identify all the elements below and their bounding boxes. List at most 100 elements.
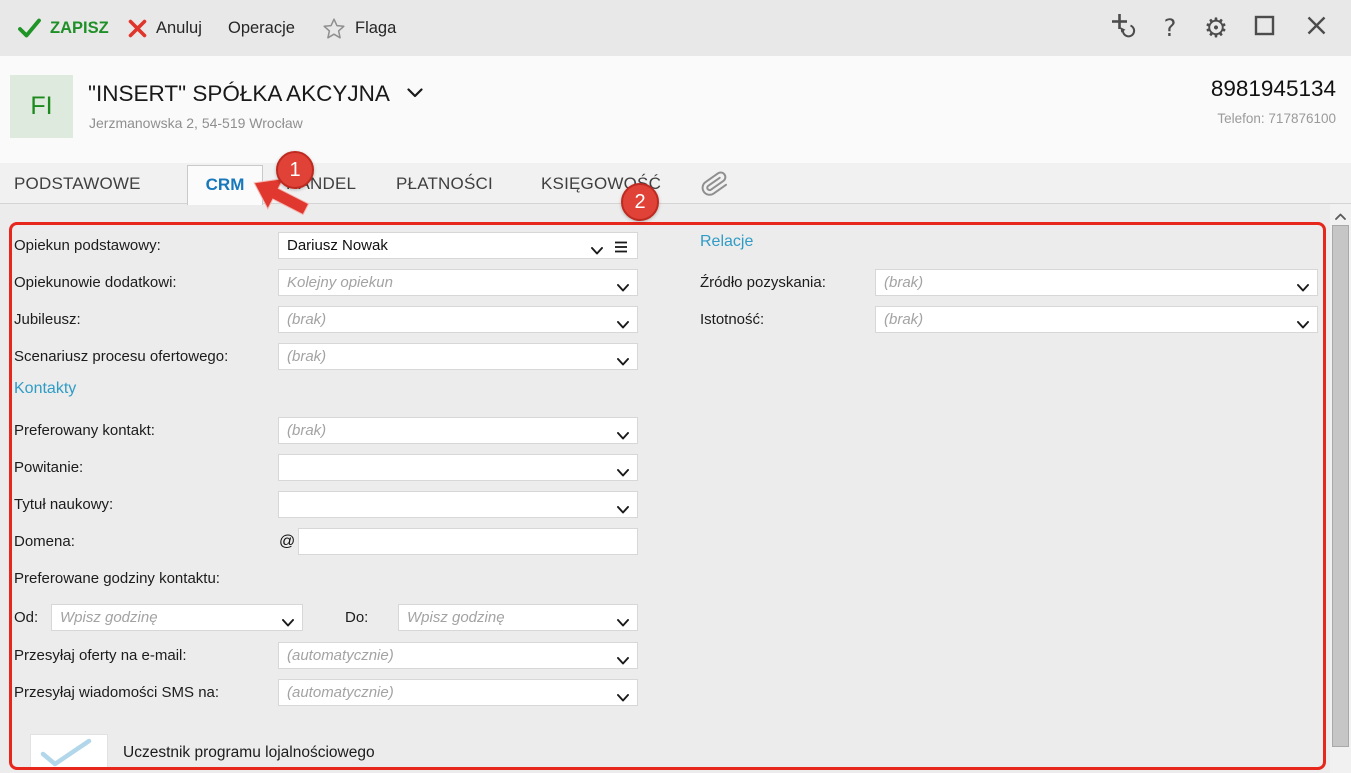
x-icon <box>128 19 147 38</box>
acquisition-source-label: Źródło pozyskania: <box>700 269 826 296</box>
toolbar: ZAPISZ Anuluj Operacje Flaga <box>0 0 1351 56</box>
operations-label: Operacje <box>228 19 295 38</box>
combo-greeting[interactable] <box>278 454 638 481</box>
maximize-button[interactable] <box>1246 0 1282 56</box>
close-icon <box>1306 15 1327 41</box>
combo-placeholder: (brak) <box>884 307 923 332</box>
star-icon <box>322 17 346 40</box>
maximize-icon <box>1254 15 1275 41</box>
combo-placeholder: Wpisz godzinę <box>60 605 158 630</box>
avatar: FI <box>10 75 73 138</box>
chevron-down-icon <box>407 85 423 103</box>
cancel-button[interactable]: Anuluj <box>128 0 202 56</box>
operations-button[interactable]: Operacje <box>228 0 295 56</box>
send-sms-label: Przesyłaj wiadomości SMS na: <box>14 679 219 706</box>
chevron-up-icon <box>1335 207 1346 225</box>
combo-send-sms[interactable]: (automatycznie) <box>278 679 638 706</box>
question-icon: ? <box>1164 14 1177 42</box>
chevron-down-icon[interactable] <box>617 316 629 334</box>
chevron-down-icon[interactable] <box>617 614 629 632</box>
entity-header: FI "INSERT" SPÓŁKA AKCYJNA Jerzmanowska … <box>0 56 1351 163</box>
combo-placeholder: (automatycznie) <box>287 643 394 668</box>
company-name: "INSERT" SPÓŁKA AKCYJNA <box>88 81 390 107</box>
menu-icon[interactable] <box>614 240 628 258</box>
tab-bar: PODSTAWOWE CRM HANDEL PŁATNOŚCI KSIĘGOWO… <box>0 163 1351 204</box>
tax-id: 8981945134 <box>1211 76 1336 102</box>
combo-placeholder: (brak) <box>287 307 326 332</box>
check-icon <box>39 738 97 773</box>
combo-importance[interactable]: (brak) <box>875 306 1318 333</box>
combo-placeholder: Kolejny opiekun <box>287 270 393 295</box>
add-session-button[interactable] <box>1104 0 1140 56</box>
gear-icon: ⚙ <box>1204 13 1228 44</box>
combo-placeholder: (brak) <box>884 270 923 295</box>
combo-jubilee[interactable]: (brak) <box>278 306 638 333</box>
close-button[interactable] <box>1298 0 1334 56</box>
combo-hours-to[interactable]: Wpisz godzinę <box>398 604 638 631</box>
combo-placeholder: (brak) <box>287 344 326 369</box>
chevron-down-icon[interactable] <box>617 501 629 519</box>
combo-acquisition-source[interactable]: (brak) <box>875 269 1318 296</box>
chevron-down-icon[interactable] <box>617 464 629 482</box>
domain-input[interactable] <box>298 528 638 555</box>
chevron-down-icon[interactable] <box>1297 279 1309 297</box>
domain-label: Domena: <box>14 528 75 555</box>
chevron-down-icon[interactable] <box>617 689 629 707</box>
vertical-scrollbar <box>1330 204 1351 773</box>
settings-button[interactable]: ⚙ <box>1198 0 1234 56</box>
paperclip-icon <box>701 185 729 202</box>
save-label: ZAPISZ <box>50 19 109 38</box>
chevron-down-icon[interactable] <box>617 427 629 445</box>
gestor-window: ZAPISZ Anuluj Operacje Flaga <box>0 0 1351 773</box>
flag-button[interactable]: Flaga <box>322 0 396 56</box>
loyalty-label: Uczestnik programu lojalnościowego <box>123 738 375 768</box>
chevron-down-icon[interactable] <box>617 652 629 670</box>
combo-placeholder: (brak) <box>287 418 326 443</box>
offer-scenario-label: Scenariusz procesu ofertowego: <box>14 343 228 370</box>
combo-send-offers[interactable]: (automatycznie) <box>278 642 638 669</box>
save-button[interactable]: ZAPISZ <box>18 0 109 56</box>
combo-offer-scenario[interactable]: (brak) <box>278 343 638 370</box>
academic-title-label: Tytuł naukowy: <box>14 491 113 518</box>
company-title-dropdown[interactable]: "INSERT" SPÓŁKA AKCYJNA <box>88 81 423 107</box>
combo-hours-from[interactable]: Wpisz godzinę <box>51 604 303 631</box>
loyalty-checkbox[interactable] <box>30 734 108 770</box>
flag-label: Flaga <box>355 19 396 38</box>
chevron-down-icon[interactable] <box>282 614 294 632</box>
chevron-down-icon[interactable] <box>591 242 603 260</box>
cancel-label: Anuluj <box>156 19 202 38</box>
help-button[interactable]: ? <box>1152 0 1188 56</box>
annotation-step-2: 2 <box>621 183 659 221</box>
annotation-step-1: 1 <box>276 151 314 189</box>
crm-tab-panel: Opiekun podstawowy: Opiekunowie dodatkow… <box>0 204 1351 773</box>
chevron-down-icon[interactable] <box>617 353 629 371</box>
company-address: Jerzmanowska 2, 54-519 Wrocław <box>89 115 303 131</box>
combo-placeholder: Wpisz godzinę <box>407 605 505 630</box>
scroll-up-button[interactable] <box>1330 207 1351 225</box>
tab-podstawowe[interactable]: PODSTAWOWE <box>14 163 141 204</box>
attachments-button[interactable] <box>701 170 729 203</box>
combo-caretaker[interactable]: Dariusz Nowak <box>278 232 638 259</box>
greeting-label: Powitanie: <box>14 454 83 481</box>
scrollbar-thumb[interactable] <box>1332 225 1349 747</box>
combo-value: Dariusz Nowak <box>287 233 388 258</box>
plus-refresh-icon <box>1109 12 1136 44</box>
tab-platnosci[interactable]: PŁATNOŚCI <box>396 163 493 204</box>
importance-label: Istotność: <box>700 306 764 333</box>
preferred-hours-label: Preferowane godziny kontaktu: <box>14 565 220 592</box>
jubilee-label: Jubileusz: <box>14 306 81 333</box>
chevron-down-icon[interactable] <box>1297 316 1309 334</box>
chevron-down-icon[interactable] <box>617 279 629 297</box>
phone-number: Telefon: 717876100 <box>1211 111 1336 126</box>
preferred-contact-label: Preferowany kontakt: <box>14 417 155 444</box>
contacts-section-header: Kontakty <box>14 380 76 398</box>
combo-preferred-contact[interactable]: (brak) <box>278 417 638 444</box>
relations-section-header: Relacje <box>700 233 753 251</box>
combo-placeholder: (automatycznie) <box>287 680 394 705</box>
combo-additional-caretakers[interactable]: Kolejny opiekun <box>278 269 638 296</box>
additional-caretakers-label: Opiekunowie dodatkowi: <box>14 269 177 296</box>
check-icon <box>18 17 41 39</box>
combo-academic-title[interactable] <box>278 491 638 518</box>
to-label: Do: <box>345 604 368 631</box>
send-offers-label: Przesyłaj oferty na e-mail: <box>14 642 187 669</box>
